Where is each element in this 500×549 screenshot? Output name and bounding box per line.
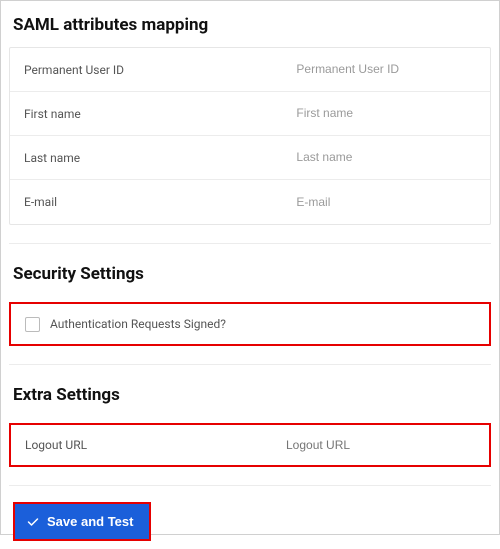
auth-requests-signed-label: Authentication Requests Signed? — [50, 317, 226, 331]
security-section-title: Security Settings — [9, 258, 491, 296]
row-label-email: E-mail — [10, 183, 288, 221]
logout-url-field[interactable] — [286, 438, 475, 452]
auth-requests-signed-checkbox[interactable] — [25, 317, 40, 332]
row-label-first-name: First name — [10, 95, 288, 133]
divider — [9, 485, 491, 486]
extra-highlight: Logout URL — [9, 423, 491, 467]
email-field[interactable] — [296, 195, 482, 209]
divider — [9, 364, 491, 365]
save-button-label: Save and Test — [47, 514, 133, 529]
logout-url-label: Logout URL — [25, 438, 286, 452]
check-icon — [27, 516, 39, 528]
permanent-user-id-field[interactable] — [296, 62, 482, 76]
last-name-field[interactable] — [296, 150, 482, 164]
extra-section-title: Extra Settings — [9, 379, 491, 417]
security-highlight: Authentication Requests Signed? — [9, 302, 491, 346]
saml-attributes-table: Permanent User ID First name Last name E… — [9, 47, 491, 225]
table-row: E-mail — [10, 180, 490, 224]
saml-section-title: SAML attributes mapping — [9, 9, 491, 47]
table-row: Last name — [10, 136, 490, 180]
row-label-permanent-user-id: Permanent User ID — [10, 51, 288, 89]
row-label-last-name: Last name — [10, 139, 288, 177]
divider — [9, 243, 491, 244]
table-row: First name — [10, 92, 490, 136]
table-row: Permanent User ID — [10, 48, 490, 92]
save-and-test-button[interactable]: Save and Test — [15, 504, 149, 539]
first-name-field[interactable] — [296, 106, 482, 120]
save-button-highlight: Save and Test — [13, 502, 151, 541]
